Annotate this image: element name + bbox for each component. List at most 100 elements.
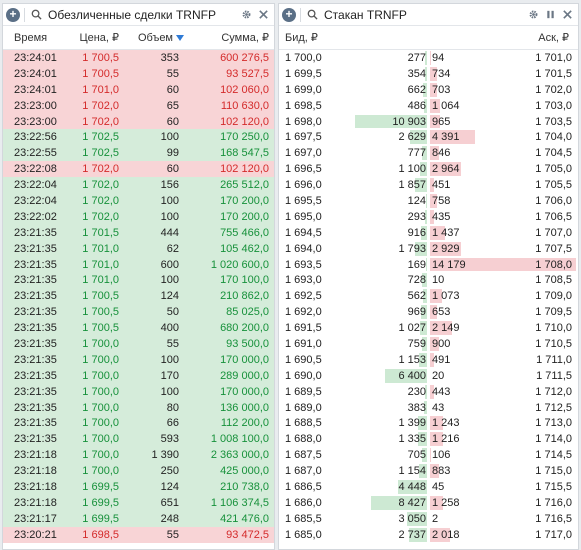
bid-side[interactable]: 1 691,5 1 027: [279, 320, 427, 336]
ask-side[interactable]: 2 149 1 710,0: [430, 320, 578, 336]
close-icon[interactable]: [258, 9, 269, 20]
bid-side[interactable]: 1 689,0 383: [279, 400, 427, 416]
trade-row[interactable]: 23:21:35 1 701,0 100 170 100,0: [3, 272, 274, 289]
ask-side[interactable]: 2 929 1 707,5: [430, 241, 578, 257]
bid-side[interactable]: 1 699,5 354: [279, 66, 427, 82]
trade-row[interactable]: 23:21:35 1 700,0 66 112 200,0: [3, 415, 274, 432]
trade-row[interactable]: 23:22:02 1 702,0 100 170 200,0: [3, 208, 274, 225]
trade-row[interactable]: 23:21:35 1 700,0 593 1 008 100,0: [3, 431, 274, 448]
bid-side[interactable]: 1 686,0 8 427: [279, 495, 427, 511]
bid-side[interactable]: 1 695,5 124: [279, 193, 427, 209]
bid-side[interactable]: 1 692,5 562: [279, 288, 427, 304]
bid-side[interactable]: 1 693,5 169: [279, 257, 427, 273]
book-row[interactable]: 1 696,0 1 857 451 1 705,5: [279, 177, 578, 194]
book-row[interactable]: 1 692,5 562 1 073 1 709,0: [279, 288, 578, 305]
add-widget-button[interactable]: +: [282, 7, 296, 22]
book-row[interactable]: 1 691,0 759 900 1 710,5: [279, 336, 578, 352]
bid-side[interactable]: 1 690,0 6 400: [279, 368, 427, 384]
column-volume[interactable]: Объем: [119, 32, 184, 44]
trade-row[interactable]: 23:23:00 1 702,0 60 102 120,0: [3, 113, 274, 130]
bid-side[interactable]: 1 688,5 1 399: [279, 415, 427, 431]
ask-side[interactable]: 45 1 715,5: [430, 479, 578, 495]
trade-row[interactable]: 23:24:01 1 700,5 353 600 276,5: [3, 50, 274, 66]
bid-side[interactable]: 1 686,5 4 448: [279, 479, 427, 495]
book-row[interactable]: 1 697,0 777 846 1 704,5: [279, 145, 578, 162]
trade-row[interactable]: 23:20:21 1 698,5 55 93 472,5: [3, 526, 274, 543]
trade-row[interactable]: 23:21:35 1 701,0 600 1 020 600,0: [3, 256, 274, 273]
trade-row[interactable]: 23:21:35 1 701,0 62 105 462,0: [3, 240, 274, 257]
search-icon[interactable]: [307, 9, 318, 20]
trade-row[interactable]: 23:22:04 1 702,0 156 265 512,0: [3, 177, 274, 194]
ask-side[interactable]: 846 1 704,5: [430, 145, 578, 161]
ask-side[interactable]: 758 1 706,0: [430, 193, 578, 209]
column-price[interactable]: Цена, ₽: [59, 31, 119, 44]
ask-side[interactable]: 1 064 1 703,0: [430, 98, 578, 114]
book-row[interactable]: 1 689,5 230 443 1 712,0: [279, 383, 578, 400]
trade-row[interactable]: 23:21:35 1 700,5 400 680 200,0: [3, 320, 274, 337]
ask-side[interactable]: 965 1 703,5: [430, 114, 578, 130]
trade-row[interactable]: 23:21:35 1 700,0 100 170 000,0: [3, 351, 274, 368]
ask-side[interactable]: 4 391 1 704,0: [430, 129, 578, 145]
ask-side[interactable]: 10 1 708,5: [430, 272, 578, 288]
book-row[interactable]: 1 699,0 662 703 1 702,0: [279, 81, 578, 98]
ask-side[interactable]: 106 1 714,5: [430, 447, 578, 463]
trade-row[interactable]: 23:21:35 1 700,5 50 85 025,0: [3, 304, 274, 321]
book-row[interactable]: 1 690,5 1 153 491 1 711,0: [279, 351, 578, 368]
trade-row[interactable]: 23:21:18 1 700,0 1 390 2 363 000,0: [3, 447, 274, 464]
book-row[interactable]: 1 698,0 10 903 965 1 703,5: [279, 113, 578, 130]
bid-side[interactable]: 1 697,5 2 629: [279, 129, 427, 145]
bid-side[interactable]: 1 692,0 969: [279, 304, 427, 320]
trade-row[interactable]: 23:21:35 1 700,0 100 170 000,0: [3, 383, 274, 400]
ask-side[interactable]: 900 1 710,5: [430, 336, 578, 352]
book-row[interactable]: 1 691,5 1 027 2 149 1 710,0: [279, 320, 578, 337]
book-row[interactable]: 1 695,5 124 758 1 706,0: [279, 193, 578, 209]
book-row[interactable]: 1 698,5 486 1 064 1 703,0: [279, 97, 578, 114]
trade-row[interactable]: 23:21:35 1 700,0 55 93 500,0: [3, 336, 274, 352]
trade-row[interactable]: 23:21:18 1 699,5 124 210 738,0: [3, 479, 274, 495]
add-widget-button[interactable]: +: [6, 7, 20, 22]
bid-side[interactable]: 1 693,0 728: [279, 272, 427, 288]
book-row[interactable]: 1 686,0 8 427 1 258 1 716,0: [279, 494, 578, 511]
bid-side[interactable]: 1 688,0 1 335: [279, 431, 427, 447]
trade-row[interactable]: 23:22:55 1 702,5 99 168 547,5: [3, 145, 274, 162]
bid-side[interactable]: 1 699,0 662: [279, 82, 427, 98]
book-row[interactable]: 1 688,5 1 399 1 243 1 713,0: [279, 415, 578, 432]
book-row[interactable]: 1 688,0 1 335 1 216 1 714,0: [279, 431, 578, 448]
book-row[interactable]: 1 696,5 1 100 2 964 1 705,0: [279, 161, 578, 178]
ask-side[interactable]: 1 243 1 713,0: [430, 415, 578, 431]
bid-side[interactable]: 1 698,5 486: [279, 98, 427, 114]
bid-side[interactable]: 1 691,0 759: [279, 336, 427, 352]
book-row[interactable]: 1 693,5 169 14 179 1 708,0: [279, 256, 578, 273]
bid-side[interactable]: 1 687,0 1 154: [279, 463, 427, 479]
bid-side[interactable]: 1 694,5 916: [279, 225, 427, 241]
ask-side[interactable]: 1 216 1 714,0: [430, 431, 578, 447]
trade-row[interactable]: 23:23:00 1 702,0 65 110 630,0: [3, 97, 274, 114]
ask-side[interactable]: 2 1 716,5: [430, 511, 578, 527]
ask-side[interactable]: 451 1 705,5: [430, 177, 578, 193]
bid-side[interactable]: 1 685,0 2 737: [279, 527, 427, 543]
book-row[interactable]: 1 700,0 277 94 1 701,0: [279, 50, 578, 66]
ask-side[interactable]: 94 1 701,0: [430, 50, 578, 66]
ask-side[interactable]: 703 1 702,0: [430, 82, 578, 98]
pause-icon[interactable]: [545, 9, 556, 20]
bid-side[interactable]: 1 695,0 293: [279, 209, 427, 225]
bid-side[interactable]: 1 690,5 1 153: [279, 352, 427, 368]
book-row[interactable]: 1 694,0 1 793 2 929 1 707,5: [279, 240, 578, 257]
bid-side[interactable]: 1 685,5 3 050: [279, 511, 427, 527]
book-row[interactable]: 1 699,5 354 734 1 701,5: [279, 65, 578, 82]
ask-side[interactable]: 443 1 712,0: [430, 384, 578, 400]
trade-row[interactable]: 23:21:35 1 700,0 170 289 000,0: [3, 367, 274, 384]
ask-side[interactable]: 2 964 1 705,0: [430, 161, 578, 177]
book-row[interactable]: 1 695,0 293 435 1 706,5: [279, 208, 578, 225]
book-row[interactable]: 1 692,0 969 653 1 709,5: [279, 304, 578, 321]
trade-row[interactable]: 23:24:01 1 700,5 55 93 527,5: [3, 65, 274, 82]
bid-side[interactable]: 1 698,0 10 903: [279, 114, 427, 130]
ask-side[interactable]: 43 1 712,5: [430, 400, 578, 416]
close-icon[interactable]: [562, 9, 573, 20]
ask-side[interactable]: 883 1 715,0: [430, 463, 578, 479]
gear-icon[interactable]: [528, 9, 539, 20]
trade-row[interactable]: 23:21:18 1 699,5 651 1 106 374,5: [3, 494, 274, 511]
ask-side[interactable]: 1 258 1 716,0: [430, 495, 578, 511]
book-row[interactable]: 1 687,5 705 106 1 714,5: [279, 447, 578, 464]
book-row[interactable]: 1 685,5 3 050 2 1 716,5: [279, 510, 578, 527]
